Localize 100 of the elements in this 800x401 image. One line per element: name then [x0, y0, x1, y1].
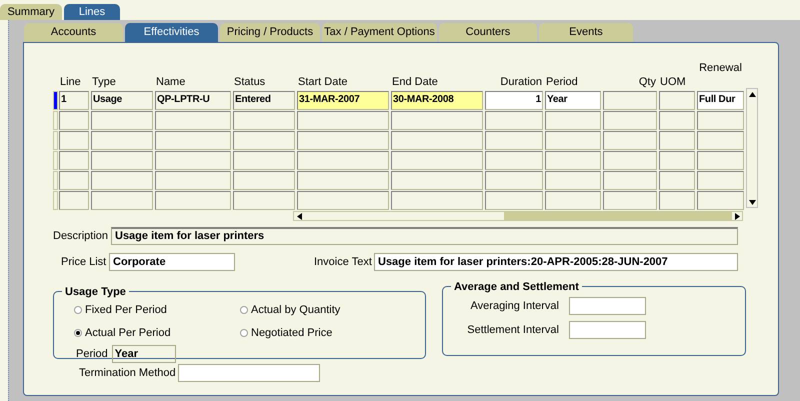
table-cell[interactable]	[297, 131, 389, 150]
scrollbar-thumb[interactable]	[304, 212, 504, 220]
table-cell[interactable]	[485, 191, 543, 210]
row-indicator[interactable]	[53, 91, 58, 110]
column-header: Status	[233, 74, 266, 90]
price-list-field[interactable]: Corporate	[109, 253, 235, 271]
interval-field[interactable]	[569, 297, 646, 315]
table-cell[interactable]	[659, 91, 695, 110]
table-cell[interactable]	[659, 151, 695, 170]
field-label: Invoice Text	[314, 254, 373, 270]
table-cell[interactable]	[697, 171, 744, 190]
table-cell[interactable]	[545, 131, 601, 150]
table-cell[interactable]	[91, 171, 153, 190]
table-cell[interactable]	[697, 111, 744, 130]
table-cell[interactable]	[391, 111, 483, 130]
radio-button[interactable]	[240, 328, 248, 337]
table-cell[interactable]	[155, 171, 231, 190]
table-cell[interactable]: Full Dur	[697, 91, 744, 110]
table-cell[interactable]	[233, 111, 295, 130]
field-label: Period	[76, 346, 108, 362]
scroll-right-icon[interactable]	[732, 212, 742, 220]
table-cell[interactable]	[233, 171, 295, 190]
table-cell[interactable]	[155, 191, 231, 210]
table-cell[interactable]: QP-LPTR-U	[155, 91, 231, 110]
table-cell[interactable]	[91, 191, 153, 210]
table-cell[interactable]	[233, 191, 295, 210]
table-cell[interactable]	[485, 111, 543, 130]
scroll-left-icon[interactable]	[294, 212, 304, 220]
table-cell[interactable]	[155, 131, 231, 150]
table-cell[interactable]	[659, 191, 695, 210]
table-cell[interactable]	[391, 151, 483, 170]
table-cell[interactable]	[59, 131, 89, 150]
table-cell[interactable]	[91, 131, 153, 150]
description-field[interactable]: Usage item for laser printers	[111, 227, 738, 245]
table-cell[interactable]	[155, 111, 231, 130]
table-cell[interactable]	[297, 151, 389, 170]
scroll-down-icon[interactable]	[747, 197, 757, 207]
table-cell[interactable]	[155, 151, 231, 170]
table-cell[interactable]	[659, 171, 695, 190]
field-label: Description	[53, 228, 110, 244]
column-header: Line	[59, 74, 82, 90]
termination-method-field[interactable]	[178, 364, 320, 382]
table-cell[interactable]	[59, 111, 89, 130]
table-cell[interactable]	[545, 151, 601, 170]
period-field[interactable]: Year	[112, 345, 176, 363]
tab[interactable]: Pricing / Products	[220, 23, 320, 42]
table-cell[interactable]: 1	[485, 91, 543, 110]
table-cell[interactable]	[603, 151, 657, 170]
table-cell[interactable]	[391, 171, 483, 190]
table-cell[interactable]	[391, 131, 483, 150]
table-cell[interactable]	[697, 191, 744, 210]
table-cell[interactable]	[297, 111, 389, 130]
table-cell[interactable]	[545, 171, 601, 190]
table-cell[interactable]	[59, 171, 89, 190]
table-cell[interactable]	[545, 111, 601, 130]
table-cell[interactable]: Usage	[91, 91, 153, 110]
vertical-scrollbar[interactable]	[746, 88, 758, 208]
table-cell[interactable]: Entered	[233, 91, 295, 110]
radio-button[interactable]	[240, 306, 248, 314]
table-cell[interactable]	[697, 131, 744, 150]
table-cell[interactable]	[91, 151, 153, 170]
table-cell[interactable]	[297, 171, 389, 190]
table-cell[interactable]	[297, 191, 389, 210]
table-cell[interactable]	[485, 171, 543, 190]
table-cell[interactable]	[603, 191, 657, 210]
tab[interactable]: Effectivities	[125, 23, 218, 42]
table-cell[interactable]	[545, 191, 601, 210]
table-cell[interactable]	[91, 111, 153, 130]
column-header: Type	[91, 74, 117, 90]
table-cell[interactable]	[485, 151, 543, 170]
tab[interactable]: Tax / Payment Options	[322, 23, 437, 42]
table-cell[interactable]	[603, 131, 657, 150]
table-cell[interactable]	[59, 151, 89, 170]
table-cell[interactable]	[603, 111, 657, 130]
tab[interactable]: Summary	[0, 4, 62, 20]
table-cell[interactable]: 31-MAR-2007	[297, 91, 389, 110]
tab[interactable]: Lines	[64, 4, 120, 20]
table-cell[interactable]	[659, 111, 695, 130]
table-cell[interactable]: 30-MAR-2008	[391, 91, 483, 110]
tab[interactable]: Accounts	[24, 23, 123, 42]
invoice-text-field[interactable]: Usage item for laser printers:20-APR-2005:28-JUN-2007	[374, 253, 738, 271]
horizontal-scrollbar[interactable]	[293, 211, 743, 221]
table-cell[interactable]	[485, 131, 543, 150]
table-cell[interactable]	[697, 151, 744, 170]
table-cell[interactable]	[233, 151, 295, 170]
interval-field[interactable]	[569, 321, 646, 339]
table-cell[interactable]: 1	[59, 91, 89, 110]
table-cell[interactable]	[659, 131, 695, 150]
table-cell[interactable]: Year	[545, 91, 601, 110]
tab[interactable]: Counters	[439, 23, 537, 42]
radio-button[interactable]	[74, 328, 82, 337]
radio-button[interactable]	[74, 306, 82, 314]
column-header: Qty	[638, 74, 657, 90]
table-cell[interactable]	[603, 91, 657, 110]
table-cell[interactable]	[233, 131, 295, 150]
column-header: Period	[545, 74, 579, 90]
table-cell[interactable]	[391, 191, 483, 210]
table-cell[interactable]	[603, 171, 657, 190]
tab[interactable]: Events	[539, 23, 633, 42]
table-cell[interactable]	[59, 191, 89, 210]
